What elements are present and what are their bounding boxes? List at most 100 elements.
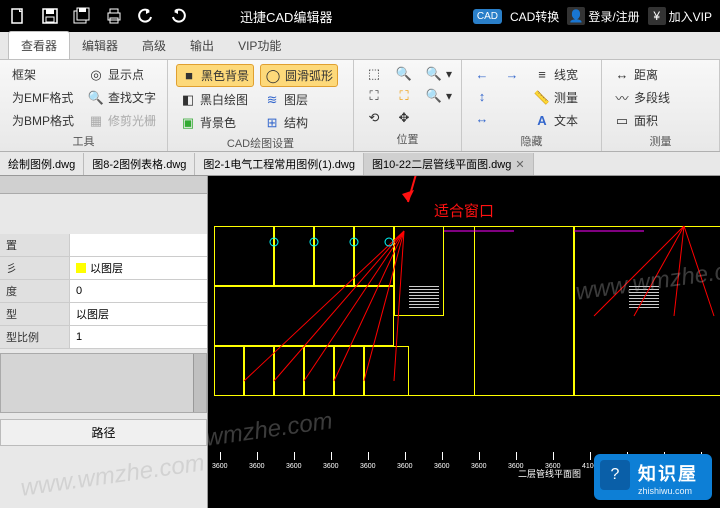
zoom-icon: 🔍: [426, 66, 442, 82]
arrow-lr-button[interactable]: ↔: [470, 108, 494, 128]
prop-row: 置: [0, 234, 207, 257]
bw-draw-button[interactable]: ◧黑白绘图: [176, 89, 254, 110]
extents-icon: ⛶: [366, 88, 382, 104]
lineweight-icon: ≡: [534, 67, 550, 83]
zoom-icon: 🔍: [426, 88, 442, 104]
group-measure: ↔距离 〰多段线 ▭面积 测量: [602, 60, 720, 151]
tab-editor[interactable]: 编辑器: [70, 32, 130, 59]
tab-viewer[interactable]: 查看器: [8, 31, 70, 59]
arrow-updown-button[interactable]: ↕: [470, 86, 494, 106]
titlebar-right: CAD CAD转换 👤登录/注册 ¥加入VIP: [473, 7, 712, 25]
color-swatch-icon: [76, 263, 86, 273]
arrow-right-icon: →: [504, 66, 520, 82]
workspace: 置 彡以图层 度0 型以图层 型比例1 路径 适合窗口: [0, 176, 720, 508]
group-position: ⬚ ⛶ ⟲ 🔍 ⛶ ✥ 🔍▾ 🔍▾ 位置: [354, 60, 462, 151]
doctab-0[interactable]: 绘制图例.dwg: [0, 153, 84, 175]
layers-icon: ≋: [264, 92, 280, 108]
zoom-in-icon: 🔍: [396, 66, 412, 82]
yen-icon: ¥: [648, 7, 666, 25]
brand-url: zhishiwu.com: [638, 486, 698, 496]
doctab-1[interactable]: 图8-2图例表格.dwg: [84, 153, 195, 175]
bmp-button[interactable]: 为BMP格式: [8, 110, 78, 131]
polyline-button[interactable]: 〰多段线: [610, 87, 674, 108]
undo-icon[interactable]: [136, 6, 156, 26]
titlebar: 迅捷CAD编辑器 CAD CAD转换 👤登录/注册 ¥加入VIP: [0, 0, 720, 32]
frame-button[interactable]: 框架: [8, 64, 78, 85]
bw-icon: ◧: [180, 92, 196, 108]
area-button[interactable]: ▭面积: [610, 110, 674, 131]
save-all-icon[interactable]: [72, 6, 92, 26]
properties-scroll[interactable]: [0, 353, 207, 413]
distance-icon: ↔: [614, 67, 630, 83]
bg-color-button[interactable]: ▣背景色: [176, 112, 254, 133]
group-label-cad: CAD绘图设置: [176, 133, 345, 151]
group-label-tools: 工具: [8, 131, 159, 149]
text-button[interactable]: A文本: [530, 110, 582, 131]
black-square-icon: ■: [181, 68, 197, 84]
structure-button[interactable]: ⊞结构: [260, 112, 338, 133]
arrow-left-icon: ←: [474, 66, 490, 82]
redo-icon[interactable]: [168, 6, 188, 26]
text-icon: A: [534, 113, 550, 129]
drawing-canvas[interactable]: 适合窗口: [208, 176, 720, 508]
pos-btn-1[interactable]: ⬚: [362, 64, 386, 84]
find-text-button[interactable]: 🔍查找文字: [84, 87, 160, 108]
arrow-right-button[interactable]: →: [500, 64, 524, 84]
plan-title: 二层管线平面图: [518, 467, 581, 480]
arc-icon: ◯: [265, 68, 281, 84]
tab-vip[interactable]: VIP功能: [226, 32, 293, 59]
ribbon: 框架 为EMF格式 为BMP格式 ◎显示点 🔍查找文字 ▦修剪光栅 工具 ■黑色…: [0, 60, 720, 152]
pos-btn-3[interactable]: ⟲: [362, 108, 386, 128]
tab-advanced[interactable]: 高级: [130, 32, 178, 59]
doctab-3[interactable]: 图10-22二层管线平面图.dwg✕: [364, 153, 534, 175]
zoom-dd-1[interactable]: 🔍▾: [422, 64, 456, 84]
pos-btn-2[interactable]: ⛶: [362, 86, 386, 106]
brand-logo: ? 知识屋 zhishiwu.com: [594, 454, 712, 500]
show-points-button[interactable]: ◎显示点: [84, 64, 160, 85]
convert-button[interactable]: CAD转换: [510, 8, 559, 25]
group-tools: 框架 为EMF格式 为BMP格式 ◎显示点 🔍查找文字 ▦修剪光栅 工具: [0, 60, 168, 151]
group-cad-settings: ■黑色背景 ◧黑白绘图 ▣背景色 ◯圆滑弧形 ≋图层 ⊞结构 CAD绘图设置: [168, 60, 354, 151]
polyline-icon: 〰: [614, 90, 630, 106]
distance-button[interactable]: ↔距离: [610, 64, 674, 85]
ruler-icon: 📏: [534, 90, 550, 106]
document-tabs: 绘制图例.dwg 图8-2图例表格.dwg 图2-1电气工程常用图例(1).dw…: [0, 152, 720, 176]
vip-button[interactable]: ¥加入VIP: [648, 7, 712, 25]
properties-header: [0, 176, 207, 194]
fit-window-button[interactable]: ⛶: [392, 86, 416, 106]
area-icon: ▭: [614, 113, 630, 129]
doctab-2[interactable]: 图2-1电气工程常用图例(1).dwg: [195, 153, 364, 175]
lineweight-button[interactable]: ≡线宽: [530, 64, 582, 85]
save-icon[interactable]: [40, 6, 60, 26]
emf-button[interactable]: 为EMF格式: [8, 87, 78, 108]
pan-button[interactable]: ✥: [392, 108, 416, 128]
new-file-icon[interactable]: [8, 6, 28, 26]
prop-row: 型比例1: [0, 326, 207, 349]
arrow-lr-icon: ↔: [474, 110, 490, 126]
trim-raster-button[interactable]: ▦修剪光栅: [84, 110, 160, 131]
login-button[interactable]: 👤登录/注册: [567, 7, 639, 25]
zoom-in-button[interactable]: 🔍: [392, 64, 416, 84]
prop-row: 彡以图层: [0, 257, 207, 280]
search-icon: 🔍: [88, 90, 104, 106]
crop-icon: ▦: [88, 113, 104, 129]
rotate-icon: ⟲: [366, 110, 382, 126]
palette-icon: ▣: [180, 115, 196, 131]
measure-button[interactable]: 📏测量: [530, 87, 582, 108]
main-tabs: 查看器 编辑器 高级 输出 VIP功能: [0, 32, 720, 60]
smooth-arc-button[interactable]: ◯圆滑弧形: [260, 64, 338, 87]
tab-output[interactable]: 输出: [178, 32, 226, 59]
close-icon[interactable]: ✕: [515, 159, 524, 171]
brand-name: 知识屋: [638, 460, 698, 486]
question-icon: ?: [600, 460, 630, 490]
prop-row: 型以图层: [0, 303, 207, 326]
black-bg-button[interactable]: ■黑色背景: [176, 64, 254, 87]
arrow-left-button[interactable]: ←: [470, 64, 494, 84]
print-icon[interactable]: [104, 6, 124, 26]
path-button[interactable]: 路径: [0, 419, 207, 446]
group-hide: ← ↕ ↔ → ≡线宽 📏测量 A文本 隐藏: [462, 60, 602, 151]
user-icon: 👤: [567, 7, 585, 25]
properties-panel: 置 彡以图层 度0 型以图层 型比例1 路径: [0, 176, 208, 508]
zoom-dd-2[interactable]: 🔍▾: [422, 86, 456, 106]
layers-button[interactable]: ≋图层: [260, 89, 338, 110]
